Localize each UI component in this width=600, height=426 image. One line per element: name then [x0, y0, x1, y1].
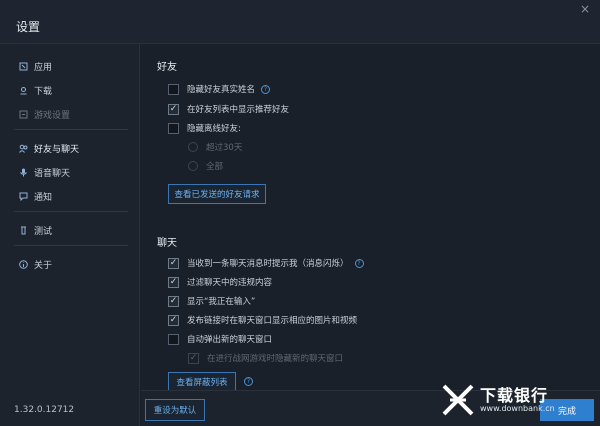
show-recommended-friends-option[interactable]: ✓ 在好友列表中显示推荐好友: [168, 102, 289, 116]
view-sent-friend-requests-button[interactable]: 查看已发送的好友请求: [168, 184, 266, 204]
option-label: 超过30天: [206, 143, 243, 153]
sidebar-item-label: 关于: [34, 260, 53, 271]
option-label: 隐藏离线好友:: [187, 124, 241, 134]
checkbox[interactable]: [168, 83, 179, 95]
sidebar-item-label: 游戏设置: [34, 110, 71, 121]
friends-section-title: 好友: [157, 62, 177, 73]
mic-icon: [18, 167, 28, 177]
sidebar: 应用 下载 游戏设置 好友与聊天 语音聊天 通知 测试 关于 1.32.0.12…: [0, 44, 140, 426]
option-label: 发布链接时在聊天窗口显示相应的图片和视频: [187, 316, 358, 326]
app-icon: [18, 61, 28, 71]
sidebar-item-about[interactable]: 关于: [0, 254, 140, 274]
help-icon[interactable]: ?: [244, 377, 253, 386]
checkbox[interactable]: ✓: [168, 314, 179, 326]
option-label: 隐藏好友真实姓名: [187, 85, 256, 95]
filter-chat-option[interactable]: ✓ 过滤聊天中的违规内容: [168, 275, 272, 289]
radio-button[interactable]: [188, 142, 198, 152]
friends-icon: [18, 143, 28, 153]
hide-real-name-option[interactable]: 隐藏好友真实姓名 ?: [168, 82, 271, 96]
notification-icon: [18, 191, 28, 201]
option-label: 显示“我正在输入”: [187, 297, 256, 307]
checkbox[interactable]: ✓: [168, 276, 179, 288]
game-settings-icon: [18, 109, 28, 119]
radio-button[interactable]: [188, 161, 198, 171]
sidebar-divider: [14, 211, 128, 212]
about-icon: [18, 259, 28, 269]
checkbox[interactable]: ✓: [168, 103, 179, 115]
sidebar-item-download[interactable]: 下载: [0, 80, 140, 100]
reset-default-button[interactable]: 重设为默认: [145, 399, 205, 421]
brand-url: www.downbank.cn: [480, 404, 555, 413]
sidebar-divider: [14, 129, 128, 130]
sidebar-item-label: 通知: [34, 192, 53, 203]
hide-offline-friends-option[interactable]: 隐藏离线好友:: [168, 121, 241, 135]
window-title: 设置: [16, 20, 41, 34]
sidebar-item-label: 好友与聊天: [34, 144, 80, 155]
settings-content: 好友 隐藏好友真实姓名 ? ✓ 在好友列表中显示推荐好友 隐藏离线好友: 超过3…: [141, 44, 600, 390]
brand-logo-icon: [442, 384, 474, 416]
sidebar-item-test[interactable]: 测试: [0, 220, 140, 240]
sidebar-item-notifications[interactable]: 通知: [0, 186, 140, 206]
offline-30-days-option[interactable]: 超过30天: [188, 140, 242, 154]
checkbox[interactable]: ✓: [188, 352, 199, 364]
sidebar-item-voice-chat[interactable]: 语音聊天: [0, 162, 140, 182]
checkbox[interactable]: ✓: [168, 295, 179, 307]
sidebar-item-friends-chat[interactable]: 好友与聊天: [0, 138, 140, 158]
version-label: 1.32.0.12712: [14, 405, 75, 415]
checkbox[interactable]: [168, 122, 179, 134]
chat-section-title: 聊天: [157, 238, 177, 249]
sidebar-item-label: 测试: [34, 226, 53, 237]
sidebar-divider: [14, 245, 128, 246]
sidebar-item-label: 应用: [34, 62, 53, 73]
option-label: 在进行战网游戏时隐藏新的聊天窗口: [207, 354, 344, 364]
view-block-list-button[interactable]: 查看屏蔽列表: [168, 372, 236, 390]
checkbox[interactable]: ✓: [168, 257, 179, 269]
show-typing-option[interactable]: ✓ 显示“我正在输入”: [168, 294, 255, 308]
auto-popup-chat-option[interactable]: 自动弹出新的聊天窗口: [168, 332, 272, 346]
sidebar-item-app[interactable]: 应用: [0, 56, 140, 76]
title-bar: 设置 ×: [0, 0, 600, 44]
download-icon: [18, 85, 28, 95]
brand-name: 下载银行: [480, 386, 549, 405]
option-label: 过滤聊天中的违规内容: [187, 278, 273, 288]
watermark-logo: 下载银行 www.downbank.cn: [440, 380, 588, 420]
help-icon[interactable]: ?: [354, 258, 364, 268]
test-icon: [18, 225, 28, 235]
option-label: 当收到一条聊天消息时提示我（消息闪烁）: [187, 259, 349, 269]
checkbox[interactable]: [168, 333, 179, 345]
help-icon[interactable]: ?: [261, 84, 271, 94]
close-icon[interactable]: ×: [578, 2, 592, 16]
show-link-media-option[interactable]: ✓ 发布链接时在聊天窗口显示相应的图片和视频: [168, 313, 357, 327]
chat-message-notify-option[interactable]: ✓ 当收到一条聊天消息时提示我（消息闪烁） ?: [168, 256, 364, 270]
sidebar-item-label: 语音聊天: [34, 168, 71, 179]
option-label: 自动弹出新的聊天窗口: [187, 335, 273, 345]
option-label: 全部: [206, 162, 224, 172]
sidebar-item-game-settings[interactable]: 游戏设置: [0, 104, 140, 124]
sidebar-item-label: 下载: [34, 86, 53, 97]
hide-chat-in-game-option[interactable]: ✓ 在进行战网游戏时隐藏新的聊天窗口: [188, 351, 343, 365]
option-label: 在好友列表中显示推荐好友: [187, 105, 290, 115]
offline-all-option[interactable]: 全部: [188, 159, 223, 173]
